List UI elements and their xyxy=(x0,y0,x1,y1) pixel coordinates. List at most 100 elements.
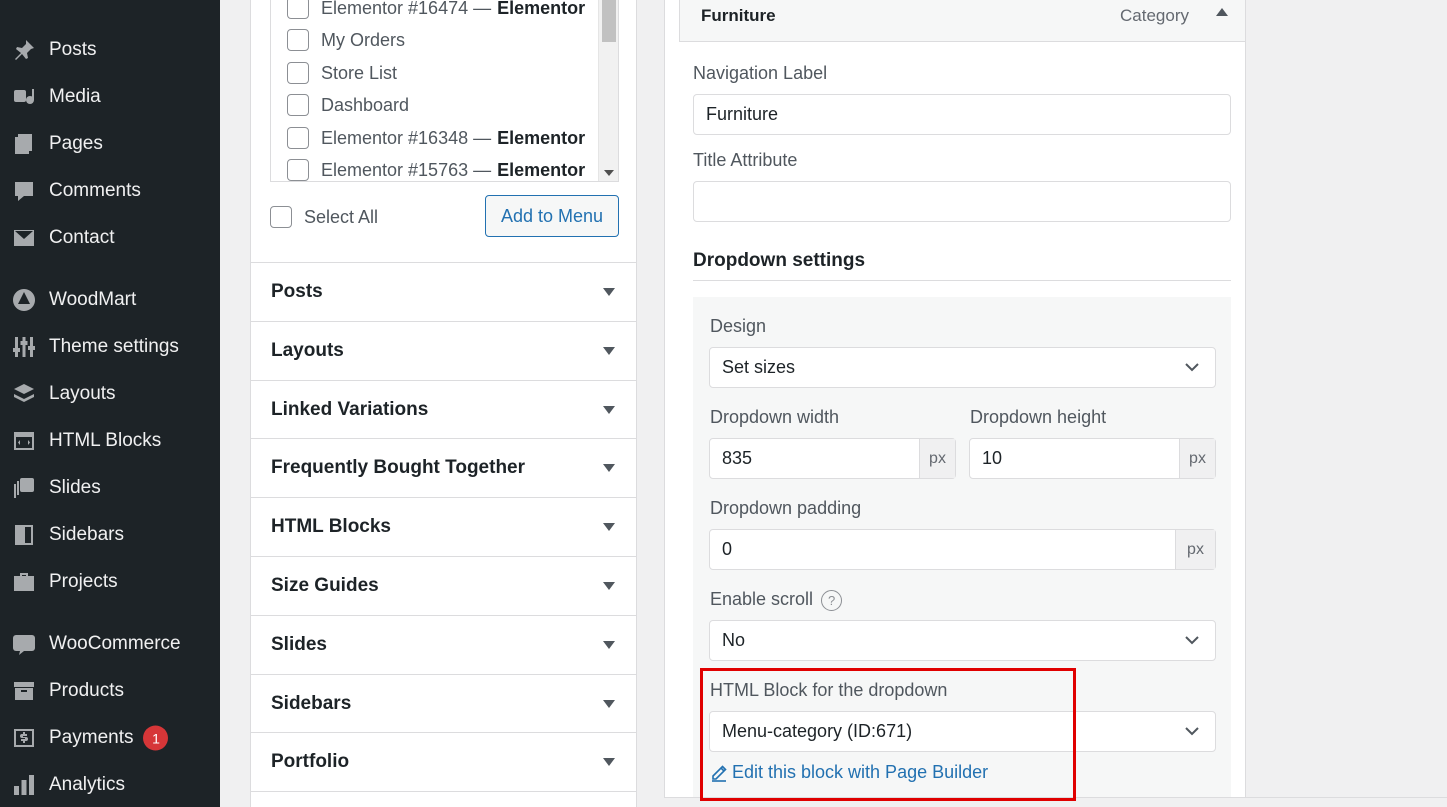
sidebar-item-html-blocks[interactable]: HTML Blocks xyxy=(0,419,220,463)
sidebar-item-label: WooCommerce xyxy=(49,633,181,654)
menu-item-header[interactable]: Furniture Category xyxy=(679,0,1246,42)
sidebar-item-label: Posts xyxy=(49,39,97,60)
accordion-next[interactable] xyxy=(251,791,636,807)
caret-up-icon[interactable] xyxy=(1216,8,1228,16)
sidebar-item-woocommerce[interactable]: WooCommerce xyxy=(0,622,220,666)
menu-item-type: Category xyxy=(1120,6,1189,25)
dropdown-width-value: 835 xyxy=(722,448,753,468)
sidebar-item-label: Products xyxy=(49,680,124,701)
checkbox[interactable] xyxy=(287,29,309,51)
pages-icon xyxy=(11,131,37,157)
scroll-down-arrow-icon[interactable] xyxy=(604,170,614,176)
caret-down-icon xyxy=(603,700,615,708)
checkbox[interactable] xyxy=(287,62,309,84)
accordion-title: Posts xyxy=(271,281,323,302)
list-item-label: Elementor #16348 — xyxy=(321,127,492,148)
sidebar-item-projects[interactable]: Projects xyxy=(0,560,220,604)
accordion-frequently-bought-together[interactable]: Frequently Bought Together xyxy=(251,438,636,497)
slides-icon xyxy=(11,475,37,501)
accordion-html-blocks[interactable]: HTML Blocks xyxy=(251,497,636,556)
accordion-posts[interactable]: Posts xyxy=(251,262,636,321)
accordion-title: Layouts xyxy=(271,340,344,361)
add-to-menu-button[interactable]: Add to Menu xyxy=(485,195,619,237)
list-item-label: My Orders xyxy=(321,29,406,50)
select-all-label: Select All xyxy=(304,206,379,227)
sidebar-item-payments[interactable]: Payments 1 xyxy=(0,716,220,760)
checkbox[interactable] xyxy=(287,159,309,181)
highlight-frame xyxy=(700,668,1076,801)
sidebar-item-products[interactable]: Products xyxy=(0,669,220,713)
accordion-slides[interactable]: Slides xyxy=(251,615,636,674)
accordion-title: Linked Variations xyxy=(271,399,429,420)
caret-down-icon xyxy=(603,641,615,649)
design-caption: Design xyxy=(710,316,767,336)
chevron-down-icon xyxy=(1183,722,1201,740)
chart-icon xyxy=(11,772,37,798)
sidebar-item-layouts[interactable]: Layouts xyxy=(0,372,220,416)
checkbox[interactable] xyxy=(287,0,309,19)
design-select[interactable]: Set sizes xyxy=(709,347,1216,388)
sidebar-item-label: Contact xyxy=(49,227,115,248)
list-item[interactable]: Store List xyxy=(287,58,397,88)
layers-icon xyxy=(11,381,37,407)
dropdown-width-input[interactable]: 835 px xyxy=(709,438,956,479)
sidebar-item-analytics[interactable]: Analytics xyxy=(0,763,220,807)
unit-suffix: px xyxy=(1175,530,1215,569)
checkbox[interactable] xyxy=(287,127,309,149)
title-attribute-input[interactable] xyxy=(693,181,1231,222)
accordion-linked-variations[interactable]: Linked Variations xyxy=(251,380,636,439)
navigation-label-input[interactable]: Furniture xyxy=(693,94,1231,135)
accordion-title: HTML Blocks xyxy=(271,516,392,537)
scrollbar[interactable] xyxy=(598,0,618,181)
checkbox[interactable] xyxy=(287,94,309,116)
select-all-checkbox[interactable] xyxy=(270,206,292,228)
dollar-icon xyxy=(11,725,37,751)
accordion-layouts[interactable]: Layouts xyxy=(251,321,636,380)
admin-sidebar: Posts Media Pages Comments Contact WoodM… xyxy=(0,0,220,807)
sidebar-item-contact[interactable]: Contact xyxy=(0,216,220,260)
list-item-status: Elementor xyxy=(497,159,586,180)
list-item-status: Elementor xyxy=(497,127,586,148)
list-item[interactable]: Dashboard xyxy=(287,90,409,120)
briefcase-icon xyxy=(11,569,37,595)
caret-down-icon xyxy=(603,464,615,472)
list-item[interactable]: Elementor #16474 — Elementor xyxy=(287,0,585,23)
code-icon xyxy=(11,428,37,454)
add-menu-items-panel: Elementor #16474 — Elementor My Orders St… xyxy=(250,0,637,807)
accordion-portfolio[interactable]: Portfolio xyxy=(251,732,636,791)
list-item[interactable]: Elementor #15763 — Elementor xyxy=(287,155,586,181)
dropdown-padding-input[interactable]: 0 px xyxy=(709,529,1216,570)
sidebar-item-posts[interactable]: Posts xyxy=(0,28,220,72)
sidebar-item-sidebars[interactable]: Sidebars xyxy=(0,513,220,557)
scroll-thumb[interactable] xyxy=(602,0,616,42)
chevron-down-icon xyxy=(1183,358,1201,376)
list-item-label: Store List xyxy=(321,62,398,83)
navigation-label-caption: Navigation Label xyxy=(693,63,828,83)
caret-down-icon xyxy=(603,288,615,296)
list-item[interactable]: Elementor #16348 — Elementor xyxy=(287,123,585,153)
list-item[interactable]: My Orders xyxy=(287,25,405,55)
accordion-sidebars[interactable]: Sidebars xyxy=(251,674,636,733)
sidebar-item-label: Analytics xyxy=(49,774,126,795)
sidebar-item-theme-settings[interactable]: Theme settings xyxy=(0,325,220,369)
sidebar-item-label: WoodMart xyxy=(49,289,137,310)
enable-scroll-select[interactable]: No xyxy=(709,620,1216,661)
sidebar-item-pages[interactable]: Pages xyxy=(0,122,220,166)
sidebar-item-woodmart[interactable]: WoodMart xyxy=(0,278,220,322)
sidebar-item-comments[interactable]: Comments xyxy=(0,169,220,213)
sidebar-item-slides[interactable]: Slides xyxy=(0,466,220,510)
select-all[interactable]: Select All xyxy=(270,206,378,228)
dropdown-padding-caption: Dropdown padding xyxy=(710,498,862,518)
dropdown-height-input[interactable]: 10 px xyxy=(969,438,1216,479)
menu-item-title: Furniture xyxy=(701,6,776,25)
dropdown-height-value: 10 xyxy=(982,448,1003,468)
archive-icon xyxy=(11,678,37,704)
sidebar-icon xyxy=(11,522,37,548)
help-icon[interactable]: ? xyxy=(821,589,843,611)
divider xyxy=(693,280,1231,281)
sidebar-item-media[interactable]: Media xyxy=(0,75,220,119)
caret-down-icon xyxy=(603,523,615,531)
caret-down-icon xyxy=(603,758,615,766)
pages-checklist[interactable]: Elementor #16474 — Elementor My Orders St… xyxy=(270,0,619,182)
accordion-size-guides[interactable]: Size Guides xyxy=(251,556,636,615)
